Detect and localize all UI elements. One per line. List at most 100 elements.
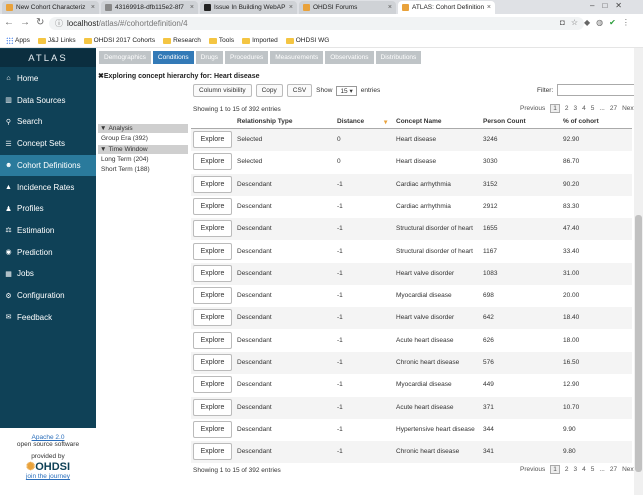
explore-button[interactable]: Explore [193,131,232,148]
explore-button[interactable]: Explore [193,220,232,238]
sidebar-item-profiles[interactable]: ♟ Profiles [0,198,96,219]
explore-button[interactable]: Explore [193,175,232,193]
explore-button[interactable]: Explore [193,331,232,349]
filter-item-short-term[interactable]: Short Term (188) [101,166,150,173]
filter-input[interactable] [557,84,636,96]
tab-drugs[interactable]: Drugs [195,51,223,64]
sidebar-item-concept-sets[interactable]: ☰ Concept Sets [0,133,96,154]
explore-button[interactable]: Explore [193,309,232,327]
filter-item-long-term[interactable]: Long Term (204) [101,156,149,163]
bookmark-item[interactable]: Research [163,37,201,44]
license-link[interactable]: Apache 2.0 [32,434,65,441]
close-tab-icon[interactable]: × [487,4,491,11]
back-icon[interactable]: ← [4,17,14,28]
bookmark-item[interactable]: OHDSI 2017 Cohorts [83,37,155,44]
tab-observations[interactable]: Observations [325,51,374,64]
pager-page[interactable]: 3 [574,466,578,473]
pager-page[interactable]: 5 [591,466,595,473]
menu-icon[interactable]: ⋮ [622,18,630,27]
pager-page[interactable]: 2 [565,466,569,473]
tab-measurements[interactable]: Measurements [270,51,324,64]
extension-icon[interactable]: ◆ [584,18,590,27]
column-header-person-count[interactable]: Person Count [483,118,526,125]
browser-tab[interactable]: OHDSI Forums × [299,1,396,14]
close-tab-icon[interactable]: × [289,4,293,11]
browser-tab[interactable]: ATLAS: Cohort Definition × [398,1,495,14]
pager-previous[interactable]: Previous [520,105,545,112]
explore-button[interactable]: Explore [193,197,232,215]
star-icon[interactable]: ☆ [571,18,578,27]
bookmark-item[interactable]: Tools [208,37,234,44]
forward-icon[interactable]: → [20,17,30,28]
explore-button[interactable]: Explore [193,376,232,394]
pager-page[interactable]: 4 [582,105,586,112]
column-header-relationship[interactable]: Relationship Type [237,118,293,125]
extension-icon[interactable]: ✔ [609,18,616,27]
bookmark-item[interactable]: J&J Links [37,37,76,44]
minimize-icon[interactable]: – [590,1,594,10]
browser-tab[interactable]: Issue In Building WebAP × [200,1,297,14]
maximize-icon[interactable]: □ [602,1,607,10]
bookmark-item[interactable]: Apps [6,37,30,44]
extension-icon[interactable]: ◍ [596,18,603,27]
pager-previous[interactable]: Previous [520,466,545,473]
close-window-icon[interactable]: ✕ [615,1,622,10]
sidebar-item-data-sources[interactable]: ▥ Data Sources [0,90,96,111]
explore-button[interactable]: Explore [193,264,232,282]
sidebar-item-incidence-rates[interactable]: ▲ Incidence Rates [0,177,96,198]
camera-icon[interactable]: ◘ [560,18,565,27]
close-tab-icon[interactable]: × [91,4,95,11]
explore-button[interactable]: Explore [193,287,232,305]
page-length-select[interactable]: 15 ▾ [336,85,357,96]
explore-button[interactable]: Explore [193,420,232,438]
bookmark-item[interactable]: OHDSI WG [285,37,329,44]
tab-demographics[interactable]: Demographics [99,51,151,64]
bookmark-item[interactable]: Imported [242,37,278,44]
join-link[interactable]: join the journey [0,473,96,480]
pager-page[interactable]: 4 [582,466,586,473]
bookmark-label: Research [173,37,201,44]
window-controls[interactable]: – □ ✕ [590,1,622,10]
explore-button[interactable]: Explore [193,354,232,371]
pager-page[interactable]: 27 [610,466,617,473]
column-header-concept-name[interactable]: Concept Name [396,118,442,125]
pager-page[interactable]: 3 [574,105,578,112]
browser-tab[interactable]: 43169918-dfb115e2-8f7 × [101,1,198,14]
column-visibility-button[interactable]: Column visibility [193,84,252,97]
explore-button[interactable]: Explore [193,443,232,461]
column-header-percent[interactable]: % of cohort [563,118,599,125]
sidebar-item-estimation[interactable]: ⚖ Estimation [0,220,96,241]
time-window-filter-header[interactable]: ▼ Time Window [98,145,188,154]
close-tab-icon[interactable]: × [388,4,392,11]
sidebar-item-cohort-definitions[interactable]: ☻ Cohort Definitions [0,154,96,176]
explore-button[interactable]: Explore [193,242,232,260]
explore-button[interactable]: Explore [193,153,232,171]
sidebar-item-prediction[interactable]: ◉ Prediction [0,242,96,263]
analysis-filter-header[interactable]: ▼ Analysis [98,124,188,133]
copy-button[interactable]: Copy [255,84,283,97]
tab-distributions[interactable]: Distributions [375,51,422,64]
sidebar-item-feedback[interactable]: ✉ Feedback [0,307,96,328]
pager-page[interactable]: 1 [550,465,560,474]
tab-procedures[interactable]: Procedures [224,51,269,64]
browser-tab[interactable]: New Cohort Characteriz × [2,1,99,14]
atlas-logo[interactable]: ATLAS [0,49,96,67]
pager-page[interactable]: 27 [610,105,617,112]
csv-button[interactable]: CSV [286,84,313,97]
pager-page[interactable]: 1 [550,104,560,113]
column-header-distance[interactable]: Distance [337,118,364,125]
close-tab-icon[interactable]: × [190,4,194,11]
scrollbar-thumb[interactable] [635,215,642,472]
reload-icon[interactable]: ↻ [36,17,44,28]
sidebar-item-jobs[interactable]: ▦ Jobs [0,263,96,284]
pager-page[interactable]: 2 [565,105,569,112]
ohdsi-logo[interactable]: ✺OHDSI [0,460,96,473]
explore-button[interactable]: Explore [193,398,232,416]
url-input[interactable]: ⓘ localhost/atlas/#/cohortdefinition/4 [49,17,584,30]
filter-item-group-era[interactable]: Group Era (392) [101,135,148,142]
sidebar-item-home[interactable]: ⌂ Home [0,68,96,89]
sidebar-item-search[interactable]: ⚲ Search [0,111,96,132]
tab-conditions[interactable]: Conditions [152,51,194,64]
pager-page[interactable]: 5 [591,105,595,112]
sidebar-item-configuration[interactable]: ⚙ Configuration [0,285,96,306]
